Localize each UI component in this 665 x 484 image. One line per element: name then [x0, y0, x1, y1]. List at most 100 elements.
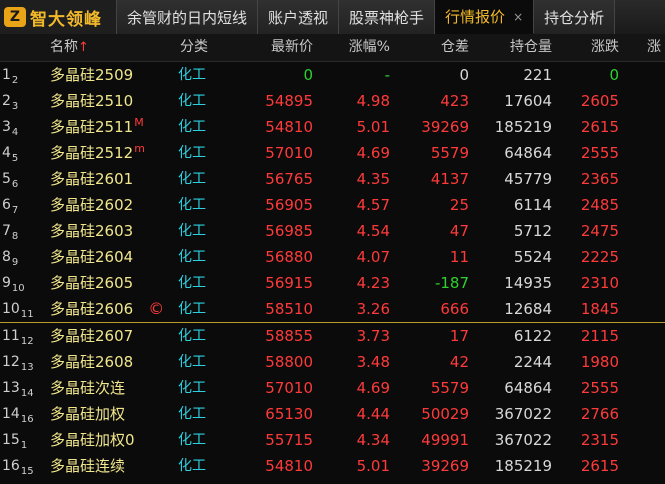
latest-price: 58510 — [265, 300, 313, 318]
row-index: 67 — [2, 197, 19, 216]
row-index: 1213 — [2, 354, 34, 373]
column-header-change[interactable]: 涨跌 — [591, 34, 619, 61]
row-index: 151 — [2, 432, 28, 451]
change-pct: 4.69 — [356, 379, 390, 397]
oi-diff: 0 — [459, 66, 469, 84]
row-index: 23 — [2, 93, 19, 112]
oi-diff: 25 — [449, 196, 469, 214]
tab-label: 持仓分析 — [544, 8, 605, 27]
change: 2485 — [580, 196, 619, 214]
latest-price: 58855 — [265, 327, 313, 345]
row-index: 45 — [2, 145, 19, 164]
table-row[interactable]: 910 多晶硅2605 化工 56915 4.23 -187 14935 2310 — [0, 270, 665, 296]
column-header-name[interactable]: 名称↑ — [50, 34, 89, 61]
tab-label: 账户透视 — [268, 8, 329, 27]
oi-diff: 17 — [449, 327, 469, 345]
quote-table: 12 多晶硅2509 化工 0-0 221 0 23 多晶硅2510 化工 54895 4.98 42… — [0, 62, 665, 479]
category: 化工 — [178, 354, 206, 370]
column-header-latest[interactable]: 最新价 — [271, 34, 313, 61]
tab-bar: Z 智大领峰 余管财的日内短线 账户透视 股票神枪手 行情报价 × 持仓分析 — [0, 0, 665, 35]
oi-diff: 5579 — [430, 144, 469, 162]
column-header-open-interest[interactable]: 持仓量 — [510, 34, 552, 61]
row-index: 34 — [2, 119, 19, 138]
oi-diff: 4137 — [430, 170, 469, 188]
change-pct: - — [384, 66, 390, 84]
category: 化工 — [178, 328, 206, 344]
column-header-overflow[interactable]: 涨 — [647, 34, 661, 61]
table-row[interactable]: 56 多晶硅2601 化工 56765 4.35 4137 45779 2365 — [0, 166, 665, 192]
table-row[interactable]: 1213 多晶硅2608 化工 58800 3.48 42 2244 1980 — [0, 349, 665, 375]
close-icon[interactable]: × — [513, 10, 523, 24]
row-sub-index: 2 — [11, 75, 19, 86]
change-pct: 3.48 — [356, 353, 390, 371]
row-sub-index: 14 — [20, 388, 34, 399]
column-header-category[interactable]: 分类 — [180, 34, 208, 61]
category: 化工 — [178, 93, 206, 109]
row-sub-index: 10 — [11, 283, 25, 294]
open-interest: 6114 — [513, 196, 552, 214]
table-row[interactable]: 1416 多晶硅加权 化工 65130 4.44 50029 367022 2766 — [0, 401, 665, 427]
contract-name: 多晶硅2511M — [50, 116, 144, 136]
row-index: 56 — [2, 171, 19, 190]
oi-diff: 11 — [449, 248, 469, 266]
row-sub-index: 3 — [11, 101, 19, 112]
tab-stock-sniper[interactable]: 股票神枪手 — [339, 0, 436, 34]
row-sub-index: 9 — [11, 257, 19, 268]
table-row[interactable]: 78 多晶硅2603 化工 56985 4.54 47 5712 2475 — [0, 218, 665, 244]
contract-name: 多晶硅2605 — [50, 274, 134, 292]
row-index: 1112 — [2, 328, 34, 347]
latest-price: 57010 — [265, 379, 313, 397]
row-sub-index: 6 — [11, 179, 19, 190]
table-row[interactable]: 45 多晶硅2512m 化工 57010 4.69 5579 64864 2555 — [0, 140, 665, 166]
table-row[interactable]: 89 多晶硅2604 化工 56880 4.07 11 5524 2225 — [0, 244, 665, 270]
category: 化工 — [178, 301, 206, 317]
table-row[interactable]: 23 多晶硅2510 化工 54895 4.98 423 17604 2605 — [0, 88, 665, 114]
table-row[interactable]: 1314 多晶硅次连 化工 57010 4.69 5579 64864 2555 — [0, 375, 665, 401]
table-row[interactable]: 12 多晶硅2509 化工 0 - 0 221 0 — [0, 62, 665, 88]
table-row[interactable]: 34 多晶硅2511M 化工 54810 5.01 39269 185219 2615 — [0, 114, 665, 140]
open-interest: 45779 — [504, 170, 552, 188]
open-interest: 221 — [523, 66, 552, 84]
row-sub-index: 7 — [11, 205, 19, 216]
copyright-icon: © — [148, 299, 165, 318]
change: 2475 — [580, 222, 619, 240]
tab-account[interactable]: 账户透视 — [258, 0, 340, 34]
row-sub-index: 16 — [20, 414, 34, 425]
row-index: 1011 — [2, 301, 34, 320]
column-header-change-pct[interactable]: 涨幅% — [349, 34, 390, 61]
category: 化工 — [178, 380, 206, 396]
tab-label: 行情报价 — [445, 8, 506, 26]
oi-diff: -187 — [434, 274, 469, 292]
table-header: 名称↑ 分类 最新价 涨幅% 仓差 持仓量 涨跌 涨 — [0, 34, 665, 62]
tab-position-analysis[interactable]: 持仓分析 — [534, 0, 616, 34]
row-sub-index: 1 — [20, 440, 28, 451]
row-index: 1314 — [2, 380, 34, 399]
table-row[interactable]: 1011 多晶硅2606 © 化工 58510 3.26 666 12684 1845 — [0, 296, 665, 323]
row-index: 78 — [2, 223, 19, 242]
contract-name: 多晶硅2510 — [50, 92, 134, 110]
change: 2615 — [580, 118, 619, 136]
open-interest: 367022 — [494, 405, 552, 423]
table-row[interactable]: 151 多晶硅加权0 化工 55715 4.34 49991 367022 2315 — [0, 427, 665, 453]
contract-name: 多晶硅2603 — [50, 222, 134, 240]
change: 2555 — [580, 379, 619, 397]
table-row[interactable]: 1615 多晶硅连续 化工 54810 5.01 39269 185219 2615 — [0, 453, 665, 479]
table-row[interactable]: 1112 多晶硅2607 化工 58855 3.73 17 6122 2115 — [0, 323, 665, 349]
change-pct: 3.26 — [356, 300, 390, 318]
oi-diff: 50029 — [421, 405, 469, 423]
table-row[interactable]: 67 多晶硅2602 化工 56905 4.57 25 6114 2485 — [0, 192, 665, 218]
open-interest: 17604 — [504, 92, 552, 110]
latest-price: 65130 — [265, 405, 313, 423]
open-interest: 2244 — [513, 353, 552, 371]
category: 化工 — [178, 275, 206, 291]
change: 2615 — [580, 457, 619, 475]
column-header-oi-diff[interactable]: 仓差 — [441, 34, 469, 61]
contract-name: 多晶硅2512m — [50, 142, 145, 162]
open-interest: 64864 — [504, 379, 552, 397]
tab-quotes[interactable]: 行情报价 × — [435, 0, 535, 34]
tab-intraday[interactable]: 余管财的日内短线 — [117, 0, 259, 34]
oi-diff: 47 — [449, 222, 469, 240]
oi-diff: 49991 — [421, 431, 469, 449]
row-index: 12 — [2, 67, 19, 86]
latest-price: 56765 — [265, 170, 313, 188]
